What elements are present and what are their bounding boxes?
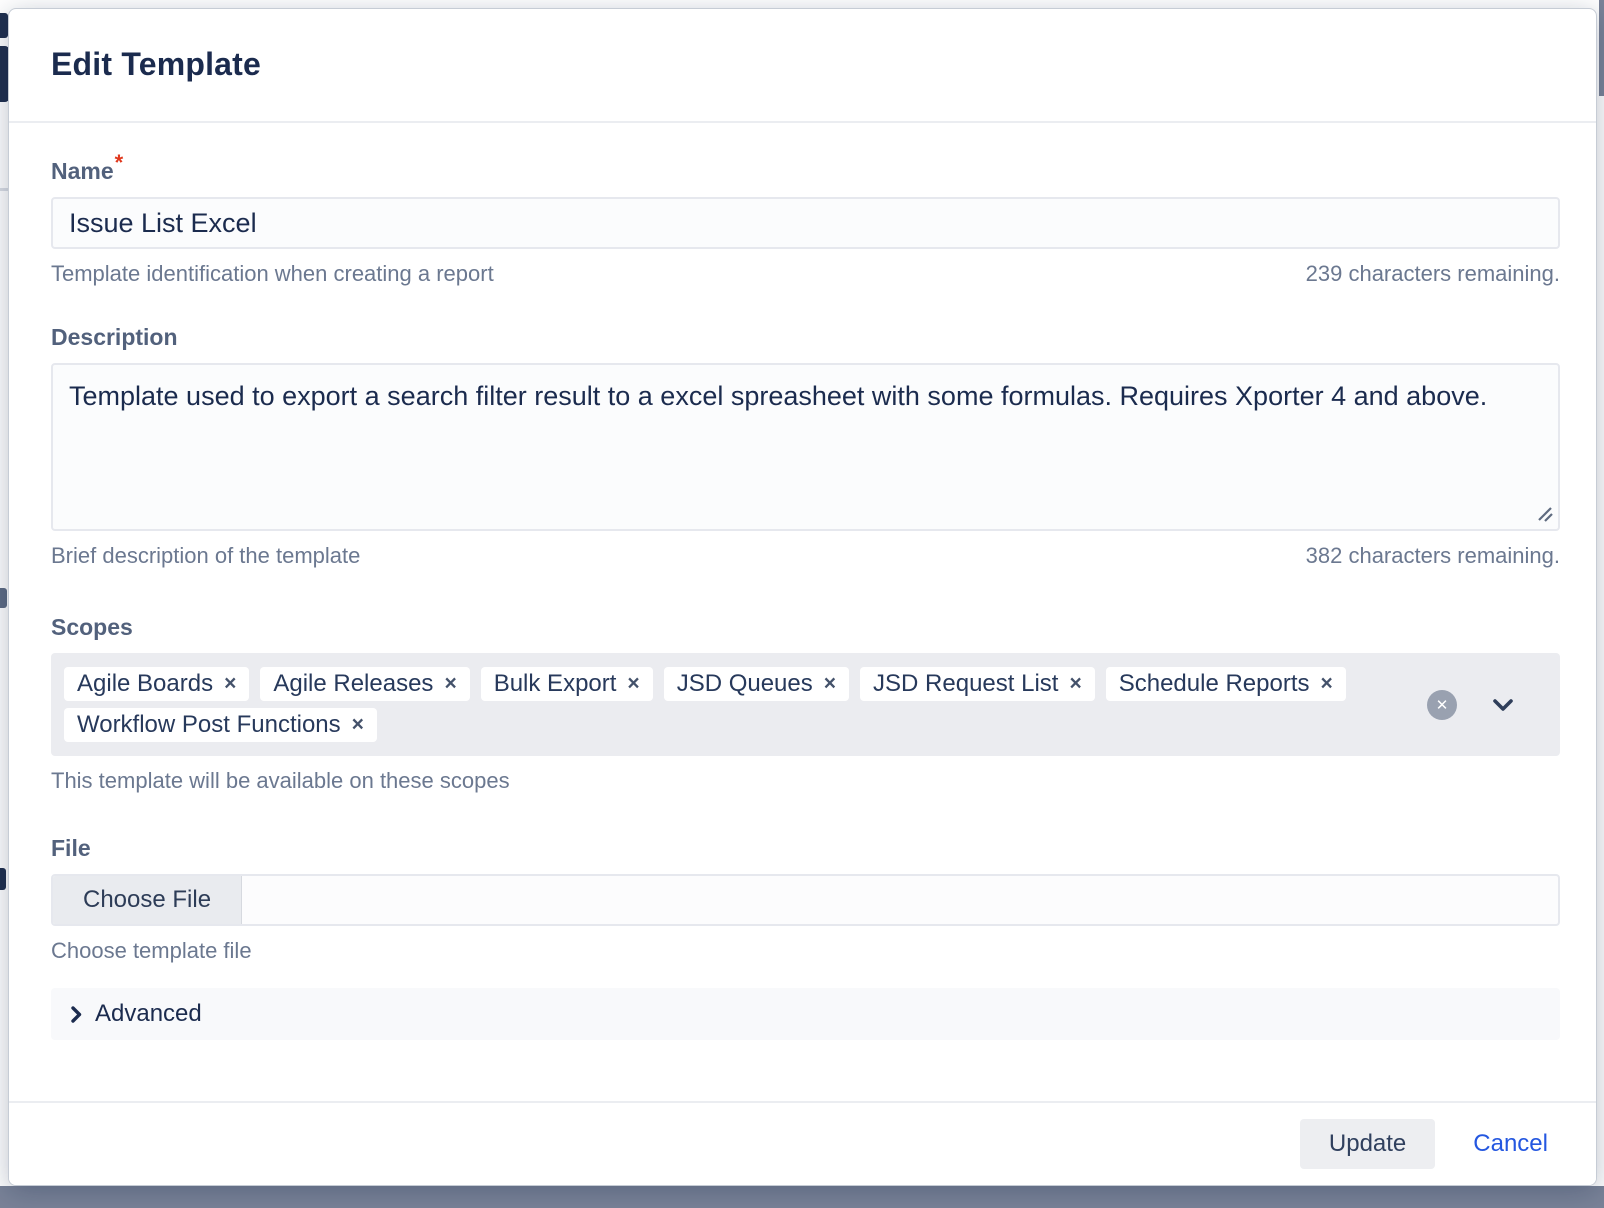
required-asterisk: * [115,150,124,175]
scope-tag: Schedule Reports × [1106,667,1346,701]
chevron-down-icon[interactable] [1492,698,1514,712]
chevron-right-icon [70,1005,82,1024]
backdrop-fragment [0,868,6,890]
backdrop-fragment [0,13,8,38]
dialog-body: Name* Template identification when creat… [9,123,1596,1101]
remove-tag-icon[interactable]: × [224,669,236,699]
remove-tag-icon[interactable]: × [1069,669,1081,699]
scope-tag: Agile Boards × [64,667,249,701]
edit-template-dialog: Edit Template Name* Template identificat… [8,8,1597,1186]
scope-tag-label: Workflow Post Functions [77,710,341,740]
scope-tag: Bulk Export × [481,667,653,701]
scopes-multiselect[interactable]: Agile Boards × Agile Releases × Bulk Export ×… [51,653,1560,756]
remove-tag-icon[interactable]: × [627,669,639,699]
remove-tag-icon[interactable]: × [1321,669,1333,699]
backdrop-bottom-strip [0,1186,1604,1208]
scope-tag-label: Agile Boards [77,669,213,699]
choose-file-button[interactable]: Choose File [53,876,242,924]
scope-tag-label: JSD Request List [873,669,1058,699]
scopes-helper-text: This template will be available on these… [51,768,510,794]
remove-tag-icon[interactable]: × [824,669,836,699]
dialog-footer: Update Cancel [9,1101,1596,1185]
scope-tag: JSD Request List × [860,667,1095,701]
scopes-field-block: Scopes Agile Boards×Agile Releases×Bulk … [51,613,1560,794]
file-input[interactable]: Choose File [51,874,1560,926]
description-textarea[interactable]: Template used to export a search filter … [51,363,1560,531]
remove-tag-icon[interactable]: × [444,669,456,699]
scopes-helper-row: This template will be available on these… [51,768,1560,794]
scope-tag-label: Schedule Reports [1119,669,1310,699]
description-field-block: Description Template used to export a se… [51,323,1560,569]
update-button[interactable]: Update [1300,1119,1435,1169]
name-label: Name* [51,157,1560,185]
advanced-expander[interactable]: Advanced [51,988,1560,1040]
dialog-title: Edit Template [51,45,1554,83]
scope-tag-label: JSD Queues [677,669,813,699]
name-helper-text: Template identification when creating a … [51,261,494,287]
backdrop-fragment [0,188,8,191]
description-helper-row: Brief description of the template 382 ch… [51,543,1560,569]
name-field-block: Name* Template identification when creat… [51,157,1560,287]
backdrop-fragment [0,588,7,608]
file-label: File [51,834,1560,862]
description-label: Description [51,323,1560,351]
advanced-label: Advanced [95,1000,202,1028]
name-helper-row: Template identification when creating a … [51,261,1560,287]
file-helper-text: Choose template file [51,938,252,964]
name-input[interactable] [51,197,1560,249]
scope-tag-label: Bulk Export [494,669,617,699]
scope-tag: JSD Queues × [664,667,849,701]
description-helper-text: Brief description of the template [51,543,360,569]
name-chars-remaining: 239 characters remaining. [1306,261,1560,287]
description-textarea-wrap: Template used to export a search filter … [51,363,1560,531]
description-chars-remaining: 382 characters remaining. [1306,543,1560,569]
scopes-clear-all-icon[interactable]: ✕ [1427,690,1457,720]
file-helper-row: Choose template file [51,938,1560,964]
file-field-block: File Choose File Choose template file [51,834,1560,964]
scopes-label: Scopes [51,613,1560,641]
scope-tag: Workflow Post Functions × [64,708,377,742]
scope-tag: Agile Releases × [260,667,469,701]
cancel-button[interactable]: Cancel [1473,1130,1548,1158]
backdrop-right-strip [1599,0,1604,96]
remove-tag-icon[interactable]: × [352,710,364,740]
dialog-header: Edit Template [9,9,1596,123]
scope-tag-label: Agile Releases [273,669,433,699]
